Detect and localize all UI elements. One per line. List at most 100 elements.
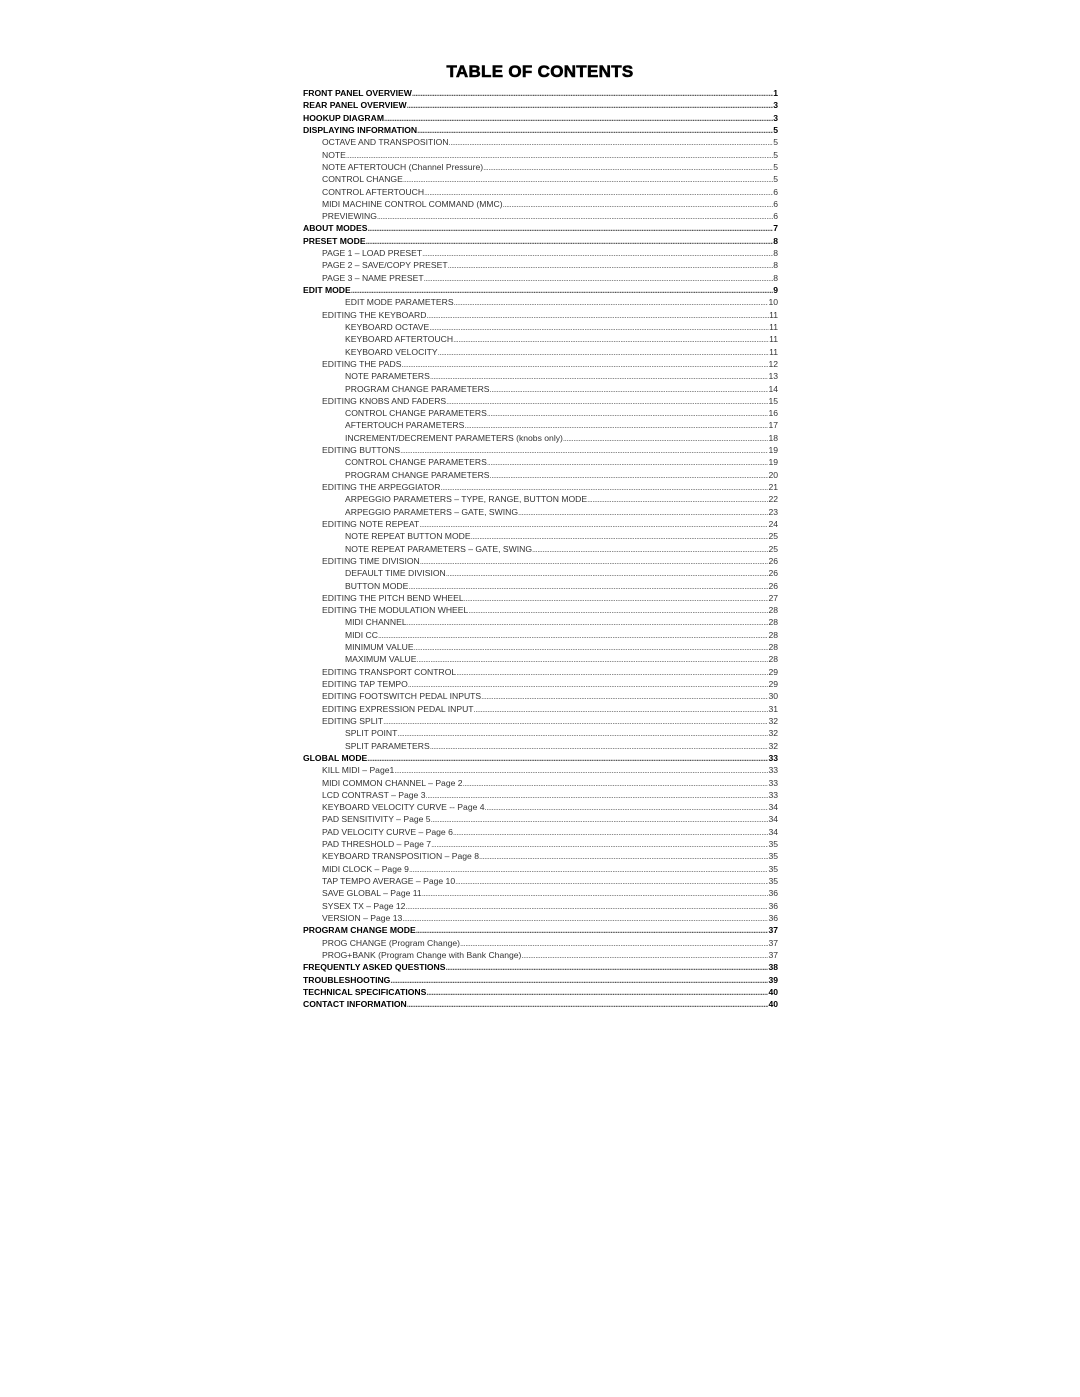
toc-subsection-entry[interactable]: EDITING TAP TEMPO 29 (303, 678, 778, 690)
toc-subsection-entry[interactable]: OCTAVE AND TRANSPOSITION 5 (303, 136, 778, 148)
toc-subsection-entry[interactable]: EDITING THE PADS 12 (303, 358, 778, 370)
toc-subsection-entry[interactable]: SYSEX TX – Page 12 36 (303, 900, 778, 912)
toc-section-entry[interactable]: ABOUT MODES 7 (303, 222, 778, 234)
toc-entry-page-number: 12 (768, 358, 778, 369)
toc-subsection-entry[interactable]: EDITING SPLIT 32 (303, 715, 778, 727)
toc-entry-page-number: 37 (768, 925, 778, 936)
toc-subsection-entry[interactable]: PROGRAM CHANGE PARAMETERS 14 (303, 383, 778, 395)
toc-subsection-entry[interactable]: BUTTON MODE 26 (303, 580, 778, 592)
toc-subsection-entry[interactable]: ARPEGGIO PARAMETERS – GATE, SWING 23 (303, 506, 778, 518)
toc-subsection-entry[interactable]: MAXIMUM VALUE 28 (303, 653, 778, 665)
dot-leader (424, 186, 773, 198)
toc-entry-label: NOTE AFTERTOUCH (Channel Pressure) (322, 161, 484, 172)
toc-subsection-entry[interactable]: NOTE 5 (303, 149, 778, 161)
toc-subsection-entry[interactable]: SPLIT POINT 32 (303, 727, 778, 739)
toc-entry-page-number: 32 (768, 740, 778, 751)
toc-subsection-entry[interactable]: CONTROL AFTERTOUCH 6 (303, 186, 778, 198)
toc-entry-label: PAGE 3 – NAME PRESET (322, 272, 424, 283)
toc-section-entry[interactable]: PROGRAM CHANGE MODE 37 (303, 924, 778, 936)
toc-subsection-entry[interactable]: MIDI CLOCK – Page 9 35 (303, 863, 778, 875)
toc-subsection-entry[interactable]: SAVE GLOBAL – Page 11 36 (303, 887, 778, 899)
toc-subsection-entry[interactable]: KEYBOARD VELOCITY CURVE -- Page 4 34 (303, 801, 778, 813)
toc-section-entry[interactable]: REAR PANEL OVERVIEW 3 (303, 99, 778, 111)
toc-subsection-entry[interactable]: PAD SENSITIVITY – Page 5 34 (303, 813, 778, 825)
toc-subsection-entry[interactable]: EDITING BUTTONS 19 (303, 444, 778, 456)
toc-section-entry[interactable]: EDIT MODE 9 (303, 284, 778, 296)
toc-entry-label: PAD THRESHOLD – Page 7 (322, 839, 432, 850)
toc-subsection-entry[interactable]: EDITING EXPRESSION PEDAL INPUT 31 (303, 703, 778, 715)
toc-subsection-entry[interactable]: TAP TEMPO AVERAGE – Page 10 35 (303, 875, 778, 887)
toc-section-entry[interactable]: HOOKUP DIAGRAM 3 (303, 112, 778, 124)
toc-subsection-entry[interactable]: PAGE 2 – SAVE/COPY PRESET 8 (303, 259, 778, 271)
toc-subsection-entry[interactable]: EDIT MODE PARAMETERS 10 (303, 296, 778, 308)
toc-subsection-entry[interactable]: DEFAULT TIME DIVISION 26 (303, 567, 778, 579)
toc-subsection-entry[interactable]: EDITING KNOBS AND FADERS 15 (303, 395, 778, 407)
toc-subsection-entry[interactable]: PROGRAM CHANGE PARAMETERS 20 (303, 469, 778, 481)
toc-subsection-entry[interactable]: EDITING TIME DIVISION 26 (303, 555, 778, 567)
toc-subsection-entry[interactable]: EDITING FOOTSWITCH PEDAL INPUTS 30 (303, 690, 778, 702)
toc-entry-page-number: 25 (768, 531, 778, 542)
dot-leader (430, 740, 769, 752)
dot-leader (383, 715, 768, 727)
toc-entry-label: EDITING TRANSPORT CONTROL (322, 666, 457, 677)
toc-subsection-entry[interactable]: INCREMENT/DECREMENT PARAMETERS (knobs on… (303, 432, 778, 444)
toc-subsection-entry[interactable]: KEYBOARD VELOCITY 11 (303, 346, 778, 358)
toc-subsection-entry[interactable]: NOTE REPEAT BUTTON MODE 25 (303, 530, 778, 542)
toc-subsection-entry[interactable]: EDITING THE KEYBOARD 11 (303, 309, 778, 321)
toc-subsection-entry[interactable]: EDITING THE ARPEGGIATOR 21 (303, 481, 778, 493)
toc-subsection-entry[interactable]: MIDI COMMON CHANNEL – Page 2 33 (303, 777, 778, 789)
toc-entry-label: EDITING TIME DIVISION (322, 555, 420, 566)
toc-subsection-entry[interactable]: PAD THRESHOLD – Page 7 35 (303, 838, 778, 850)
toc-subsection-entry[interactable]: PROG+BANK (Program Change with Bank Chan… (303, 949, 778, 961)
toc-entry-page-number: 28 (768, 642, 778, 653)
toc-entry-label: TECHNICAL SPECIFICATIONS (303, 986, 427, 997)
toc-subsection-entry[interactable]: EDITING THE MODULATION WHEEL 28 (303, 604, 778, 616)
toc-subsection-entry[interactable]: EDITING TRANSPORT CONTROL 29 (303, 666, 778, 678)
toc-section-entry[interactable]: GLOBAL MODE 33 (303, 752, 778, 764)
toc-subsection-entry[interactable]: VERSION – Page 13 36 (303, 912, 778, 924)
toc-subsection-entry[interactable]: AFTERTOUCH PARAMETERS 17 (303, 419, 778, 431)
toc-subsection-entry[interactable]: MINIMUM VALUE 28 (303, 641, 778, 653)
toc-entry-page-number: 33 (768, 789, 778, 800)
toc-subsection-entry[interactable]: ARPEGGIO PARAMETERS – TYPE, RANGE, BUTTO… (303, 493, 778, 505)
toc-section-entry[interactable]: DISPLAYING INFORMATION 5 (303, 124, 778, 136)
toc-subsection-entry[interactable]: PROG CHANGE (Program Change) 37 (303, 937, 778, 949)
toc-subsection-entry[interactable]: EDITING NOTE REPEAT 24 (303, 518, 778, 530)
toc-subsection-entry[interactable]: PAGE 3 – NAME PRESET 8 (303, 272, 778, 284)
toc-entry-label: EDITING THE PADS (322, 358, 402, 369)
toc-subsection-entry[interactable]: KEYBOARD OCTAVE 11 (303, 321, 778, 333)
toc-subsection-entry[interactable]: KEYBOARD AFTERTOUCH 11 (303, 333, 778, 345)
toc-subsection-entry[interactable]: PREVIEWING 6 (303, 210, 778, 222)
table-of-contents: FRONT PANEL OVERVIEW1REAR PANEL OVERVIEW… (303, 87, 778, 1010)
toc-entry-label: SPLIT POINT (345, 728, 398, 739)
toc-subsection-entry[interactable]: MIDI CHANNEL 28 (303, 616, 778, 628)
toc-section-entry[interactable]: CONTACT INFORMATION 40 (303, 998, 778, 1010)
toc-section-entry[interactable]: PRESET MODE 8 (303, 235, 778, 247)
toc-subsection-entry[interactable]: LCD CONTRAST – Page 3 33 (303, 789, 778, 801)
toc-subsection-entry[interactable]: NOTE AFTERTOUCH (Channel Pressure) 5 (303, 161, 778, 173)
toc-subsection-entry[interactable]: EDITING THE PITCH BEND WHEEL 27 (303, 592, 778, 604)
toc-subsection-entry[interactable]: CONTROL CHANGE PARAMETERS 19 (303, 456, 778, 468)
toc-subsection-entry[interactable]: CONTROL CHANGE PARAMETERS 16 (303, 407, 778, 419)
toc-subsection-entry[interactable]: PAGE 1 – LOAD PRESET 8 (303, 247, 778, 259)
toc-section-entry[interactable]: TROUBLESHOOTING 39 (303, 974, 778, 986)
toc-entry-page-number: 37 (768, 937, 778, 948)
toc-subsection-entry[interactable]: MIDI CC 28 (303, 629, 778, 641)
toc-entry-page-number: 8 (773, 235, 778, 246)
toc-subsection-entry[interactable]: MIDI MACHINE CONTROL COMMAND (MMC) 6 (303, 198, 778, 210)
toc-section-entry[interactable]: TECHNICAL SPECIFICATIONS 40 (303, 986, 778, 998)
toc-entry-label: OCTAVE AND TRANSPOSITION (322, 137, 449, 148)
toc-section-entry[interactable]: FRONT PANEL OVERVIEW 1 (303, 87, 778, 99)
toc-subsection-entry[interactable]: NOTE PARAMETERS 13 (303, 370, 778, 382)
toc-section-entry[interactable]: FREQUENTLY ASKED QUESTIONS 38 (303, 961, 778, 973)
toc-entry-page-number: 39 (768, 974, 778, 985)
dot-leader (471, 530, 769, 542)
toc-subsection-entry[interactable]: CONTROL CHANGE 5 (303, 173, 778, 185)
toc-subsection-entry[interactable]: KILL MIDI – Page1 33 (303, 764, 778, 776)
toc-subsection-entry[interactable]: NOTE REPEAT PARAMETERS – GATE, SWING 25 (303, 543, 778, 555)
toc-subsection-entry[interactable]: SPLIT PARAMETERS 32 (303, 740, 778, 752)
toc-entry-label: EDITING SPLIT (322, 715, 384, 726)
dot-leader (468, 604, 768, 616)
toc-subsection-entry[interactable]: PAD VELOCITY CURVE – Page 6 34 (303, 826, 778, 838)
toc-subsection-entry[interactable]: KEYBOARD TRANSPOSITION – Page 8 35 (303, 850, 778, 862)
